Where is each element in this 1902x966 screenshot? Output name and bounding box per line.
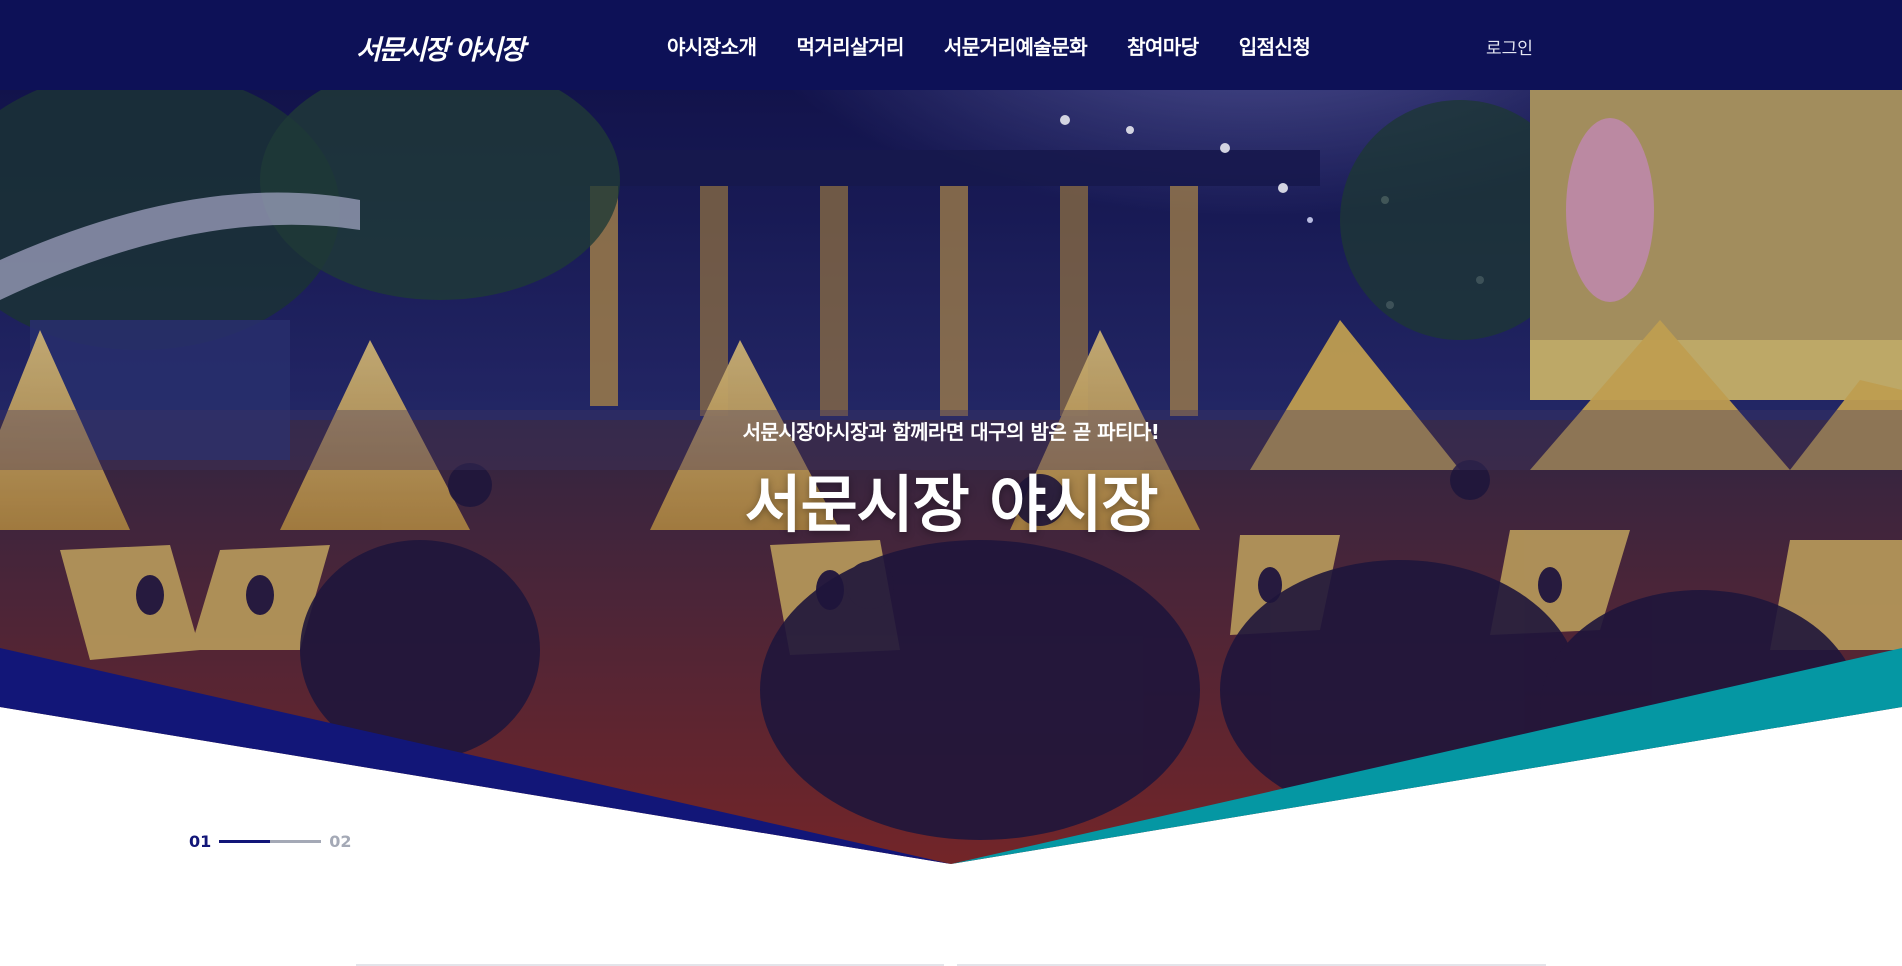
- login-link[interactable]: 로그인: [1486, 34, 1533, 59]
- slide-number-current[interactable]: 01: [189, 832, 211, 851]
- hero-title: 서문시장 야시장: [744, 468, 1159, 541]
- main-nav: 야시장소개 먹거리살거리 서문거리예술문화 참여마당 입점신청: [667, 31, 1311, 60]
- slider-pager: 01 02: [189, 832, 352, 851]
- nav-item-participation[interactable]: 참여마당: [1127, 31, 1199, 60]
- site-logo[interactable]: 서문시장 야시장: [356, 28, 525, 66]
- slider-progress-fill: [219, 840, 271, 843]
- nav-item-apply[interactable]: 입점신청: [1239, 31, 1311, 60]
- hero-banner: 서문시장야시장과 함께라면 대구의 밤은 곧 파티다! 서문시장 야시장: [0, 90, 1902, 864]
- slider-progress-track: [219, 840, 322, 843]
- site-header: 서문시장 야시장 야시장소개 먹거리살거리 서문거리예술문화 참여마당 입점신청…: [0, 0, 1902, 90]
- hero-subtitle: 서문시장야시장과 함께라면 대구의 밤은 곧 파티다!: [742, 420, 1160, 444]
- nav-item-art-culture[interactable]: 서문거리예술문화: [944, 31, 1088, 60]
- nav-item-food[interactable]: 먹거리살거리: [797, 31, 905, 60]
- nav-item-intro[interactable]: 야시장소개: [667, 31, 757, 60]
- slide-number-next[interactable]: 02: [329, 832, 351, 851]
